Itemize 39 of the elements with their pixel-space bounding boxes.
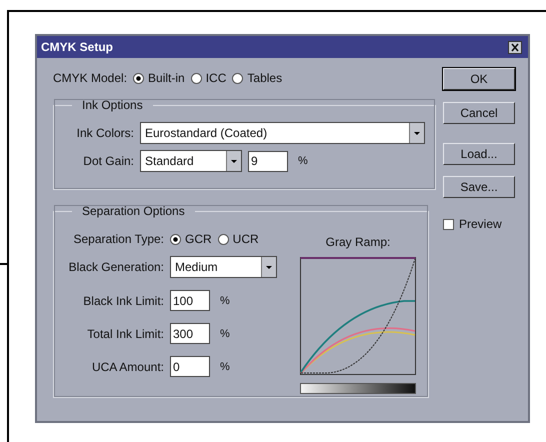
dialog-button[interactable]: Load... [443, 143, 515, 165]
radio-indicator[interactable] [133, 72, 144, 84]
input-field[interactable]: 300 [170, 323, 210, 344]
field-label: Dot Gain: [82, 154, 134, 168]
unit-label: % [220, 360, 230, 372]
radio-option[interactable]: ICC [190, 71, 226, 85]
field-label: Separation Type: [72, 232, 164, 246]
field-label: Ink Colors: [76, 126, 134, 140]
radio-indicator[interactable] [232, 72, 244, 84]
radio-option[interactable]: UCR [218, 232, 259, 246]
unit-label: % [220, 328, 230, 340]
radio-indicator[interactable] [218, 234, 229, 244]
input-field[interactable]: 9 [248, 150, 288, 172]
unit-label: % [220, 294, 230, 306]
dropdown-field[interactable]: Medium [170, 256, 277, 278]
radio-option[interactable]: GCR [170, 232, 212, 246]
dropdown-field[interactable]: Standard [140, 150, 242, 172]
radio-option[interactable]: Tables [232, 71, 282, 85]
chart-title: Gray Ramp: [326, 235, 390, 249]
field-label: CMYK Model: [53, 71, 128, 85]
field-label: Black Ink Limit: [82, 294, 164, 308]
dropdown-field[interactable]: Eurostandard (Coated) [140, 122, 425, 144]
field-label: UCA Amount: [90, 360, 164, 374]
radio-indicator[interactable] [190, 72, 202, 84]
input-field[interactable]: 100 [170, 290, 210, 311]
preview-checkbox[interactable]: Preview [443, 217, 502, 231]
close-icon[interactable] [508, 40, 522, 54]
dialog-button[interactable]: Cancel [443, 102, 515, 124]
dialog-button[interactable]: OK [443, 68, 515, 90]
group-title: Ink Options [81, 98, 144, 112]
field-label: Black Generation: [68, 260, 164, 274]
group-title: Separation Options [81, 204, 186, 218]
radio-option[interactable]: Built-in [133, 71, 185, 85]
unit-label: % [298, 155, 308, 167]
field-label: Total Ink Limit: [86, 326, 164, 340]
dialog-button[interactable]: Save... [443, 176, 515, 198]
input-field[interactable]: 0 [170, 356, 210, 377]
window-title: CMYK Setup [41, 40, 113, 54]
radio-indicator[interactable] [170, 234, 181, 244]
